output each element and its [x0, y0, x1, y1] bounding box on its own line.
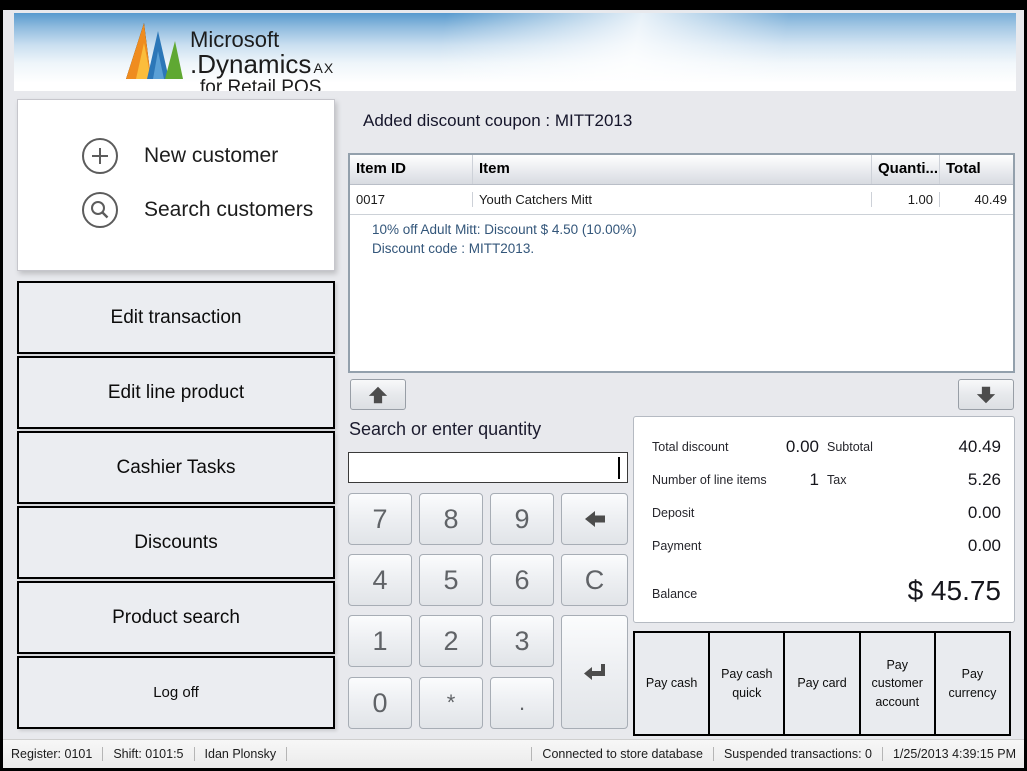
- search-customers-label: Search customers: [144, 198, 313, 222]
- cashier-tasks-button[interactable]: Cashier Tasks: [17, 431, 335, 504]
- plus-circle-icon: [80, 136, 120, 176]
- sidebar-menu: Edit transaction Edit line product Cashi…: [17, 281, 335, 731]
- balance-label: Balance: [652, 587, 697, 601]
- cell-item-id: 0017: [350, 192, 472, 207]
- balance-value: $ 45.75: [851, 575, 1001, 607]
- keypad-2[interactable]: 2: [419, 615, 483, 667]
- keypad-8[interactable]: 8: [419, 493, 483, 545]
- transaction-grid: Item ID Item Quanti... Total 0017 Youth …: [348, 153, 1015, 373]
- search-quantity-input[interactable]: [348, 452, 628, 483]
- new-customer-button[interactable]: New customer: [80, 136, 278, 176]
- col-header-quantity[interactable]: Quanti...: [871, 155, 939, 184]
- cashier-name: Idan Plonsky: [205, 747, 277, 761]
- title-strip: [3, 3, 1024, 10]
- dynamics-logo-icon: [124, 19, 184, 83]
- logo-line3: for Retail POS: [190, 78, 334, 91]
- pay-cash-quick-button[interactable]: Pay cash quick: [708, 631, 785, 736]
- pos-window: Microsoft .Dynamics AX for Retail POS Ne…: [0, 0, 1027, 771]
- connection-status: Connected to store database: [542, 747, 703, 761]
- keypad-3[interactable]: 3: [490, 615, 554, 667]
- keypad-star[interactable]: *: [419, 677, 483, 729]
- discount-line-2: Discount code : MITT2013.: [372, 239, 1009, 258]
- keypad-5[interactable]: 5: [419, 554, 483, 606]
- keypad-7[interactable]: 7: [348, 493, 412, 545]
- shift-info: Shift: 0101:5: [113, 747, 183, 761]
- col-header-total[interactable]: Total: [939, 155, 1013, 184]
- edit-transaction-button[interactable]: Edit transaction: [17, 281, 335, 354]
- keypad-0[interactable]: 0: [348, 677, 412, 729]
- col-header-item-id[interactable]: Item ID: [350, 155, 472, 184]
- keypad-6[interactable]: 6: [490, 554, 554, 606]
- keypad-enter[interactable]: [561, 615, 628, 729]
- subtotal-label: Subtotal: [827, 440, 873, 454]
- total-discount-label: Total discount: [652, 440, 728, 454]
- line-items-value: 1: [729, 470, 819, 490]
- status-message: Added discount coupon : MITT2013: [363, 111, 632, 131]
- discount-line-1: 10% off Adult Mitt: Discount $ 4.50 (10.…: [372, 220, 1009, 239]
- scroll-down-button[interactable]: [958, 379, 1014, 410]
- register-info: Register: 0101: [11, 747, 92, 761]
- suspended-transactions: Suspended transactions: 0: [724, 747, 872, 761]
- statusbar-divider: [102, 747, 103, 761]
- enter-icon: [582, 660, 608, 684]
- pay-customer-account-button[interactable]: Pay customer account: [859, 631, 936, 736]
- search-customers-button[interactable]: Search customers: [80, 190, 313, 230]
- product-search-button[interactable]: Product search: [17, 581, 335, 654]
- keypad-dot[interactable]: .: [490, 677, 554, 729]
- statusbar-divider: [531, 747, 532, 761]
- keypad-backspace[interactable]: [561, 493, 628, 545]
- keypad-9[interactable]: 9: [490, 493, 554, 545]
- header-band: Microsoft .Dynamics AX for Retail POS: [14, 13, 1016, 91]
- search-circle-icon: [80, 190, 120, 230]
- pay-buttons: Pay cash Pay cash quick Pay card Pay cus…: [633, 631, 1011, 736]
- payment-label: Payment: [652, 539, 701, 553]
- col-header-item[interactable]: Item: [472, 155, 871, 184]
- cell-quantity: 1.00: [871, 192, 939, 207]
- keypad-clear[interactable]: C: [561, 554, 628, 606]
- grid-header: Item ID Item Quanti... Total: [350, 155, 1013, 185]
- logo-ax: AX: [311, 60, 334, 76]
- deposit-label: Deposit: [652, 506, 694, 520]
- discount-info: 10% off Adult Mitt: Discount $ 4.50 (10.…: [350, 215, 1013, 262]
- datetime: 1/25/2013 4:39:15 PM: [893, 747, 1016, 761]
- logo-dynamics: .Dynamics: [190, 49, 311, 79]
- subtotal-value: 40.49: [911, 437, 1001, 457]
- keypad-4[interactable]: 4: [348, 554, 412, 606]
- logo-text: Microsoft .Dynamics AX for Retail POS: [190, 19, 334, 91]
- tax-label: Tax: [827, 473, 846, 487]
- keypad-1[interactable]: 1: [348, 615, 412, 667]
- scroll-up-button[interactable]: [350, 379, 406, 410]
- customer-panel: New customer Search customers: [17, 99, 335, 271]
- quantity-label: Search or enter quantity: [349, 419, 541, 440]
- table-row[interactable]: 0017 Youth Catchers Mitt 1.00 40.49: [350, 185, 1013, 215]
- logo-line2: .Dynamics AX: [190, 51, 334, 78]
- pay-currency-button[interactable]: Pay currency: [934, 631, 1011, 736]
- backspace-icon: [583, 507, 607, 531]
- payment-value: 0.00: [911, 536, 1001, 556]
- logo-line1: Microsoft: [190, 29, 334, 51]
- pay-card-button[interactable]: Pay card: [783, 631, 860, 736]
- statusbar-divider: [194, 747, 195, 761]
- deposit-value: 0.00: [911, 503, 1001, 523]
- statusbar-divider: [286, 747, 287, 761]
- cell-item: Youth Catchers Mitt: [472, 192, 871, 207]
- new-customer-label: New customer: [144, 144, 278, 168]
- up-arrow-icon: [367, 384, 389, 406]
- text-caret: [618, 457, 620, 479]
- status-bar: Register: 0101 Shift: 0101:5 Idan Plonsk…: [3, 739, 1024, 768]
- tax-value: 5.26: [911, 470, 1001, 490]
- cell-total: 40.49: [939, 192, 1013, 207]
- dynamics-logo: Microsoft .Dynamics AX for Retail POS: [124, 19, 334, 91]
- total-discount-value: 0.00: [729, 437, 819, 457]
- edit-line-product-button[interactable]: Edit line product: [17, 356, 335, 429]
- totals-panel: Total discount 0.00 Subtotal 40.49 Numbe…: [633, 416, 1015, 623]
- down-arrow-icon: [975, 384, 997, 406]
- statusbar-divider: [882, 747, 883, 761]
- discounts-button[interactable]: Discounts: [17, 506, 335, 579]
- pay-cash-button[interactable]: Pay cash: [633, 631, 710, 736]
- log-off-button[interactable]: Log off: [17, 656, 335, 729]
- statusbar-divider: [713, 747, 714, 761]
